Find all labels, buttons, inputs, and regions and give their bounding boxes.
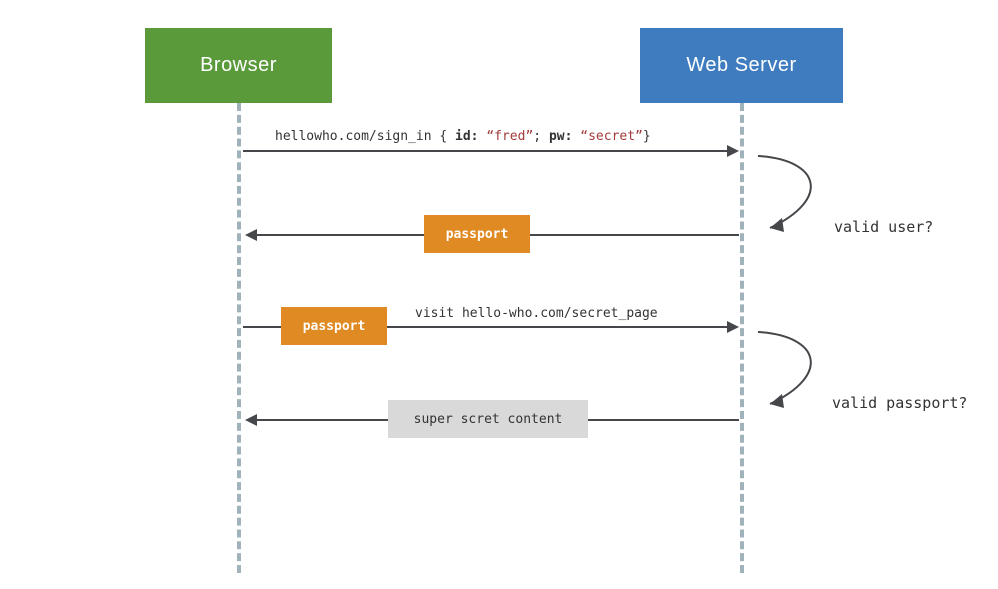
arrow-head-right-icon bbox=[727, 145, 739, 157]
server-participant: Web Server bbox=[640, 28, 843, 103]
passport-token-request: passport bbox=[281, 307, 387, 345]
signin-request-label: hellowho.com/sign_in { id: “fred”; pw: “… bbox=[275, 129, 651, 144]
visit-arrow-seg1 bbox=[243, 326, 281, 328]
valid-passport-label: valid passport? bbox=[832, 394, 967, 412]
passport-response-arrow-left bbox=[257, 234, 424, 236]
secret-response-arrow-left bbox=[257, 419, 388, 421]
server-lifeline bbox=[740, 103, 744, 573]
browser-participant: Browser bbox=[145, 28, 332, 103]
arrow-head-left-icon-2 bbox=[245, 414, 257, 426]
visit-secret-label: visit hello-who.com/secret_page bbox=[415, 306, 658, 321]
browser-lifeline bbox=[237, 103, 241, 573]
passport-token-response: passport bbox=[424, 215, 530, 253]
secret-response-arrow-right bbox=[588, 419, 739, 421]
valid-user-label: valid user? bbox=[834, 218, 933, 236]
visit-arrow-seg2 bbox=[387, 326, 729, 328]
arrow-head-right-icon-2 bbox=[727, 321, 739, 333]
passport-response-arrow-right bbox=[530, 234, 739, 236]
arrow-head-left-icon bbox=[245, 229, 257, 241]
secret-content-token: super scret content bbox=[388, 400, 588, 438]
signin-request-arrow bbox=[243, 150, 729, 152]
